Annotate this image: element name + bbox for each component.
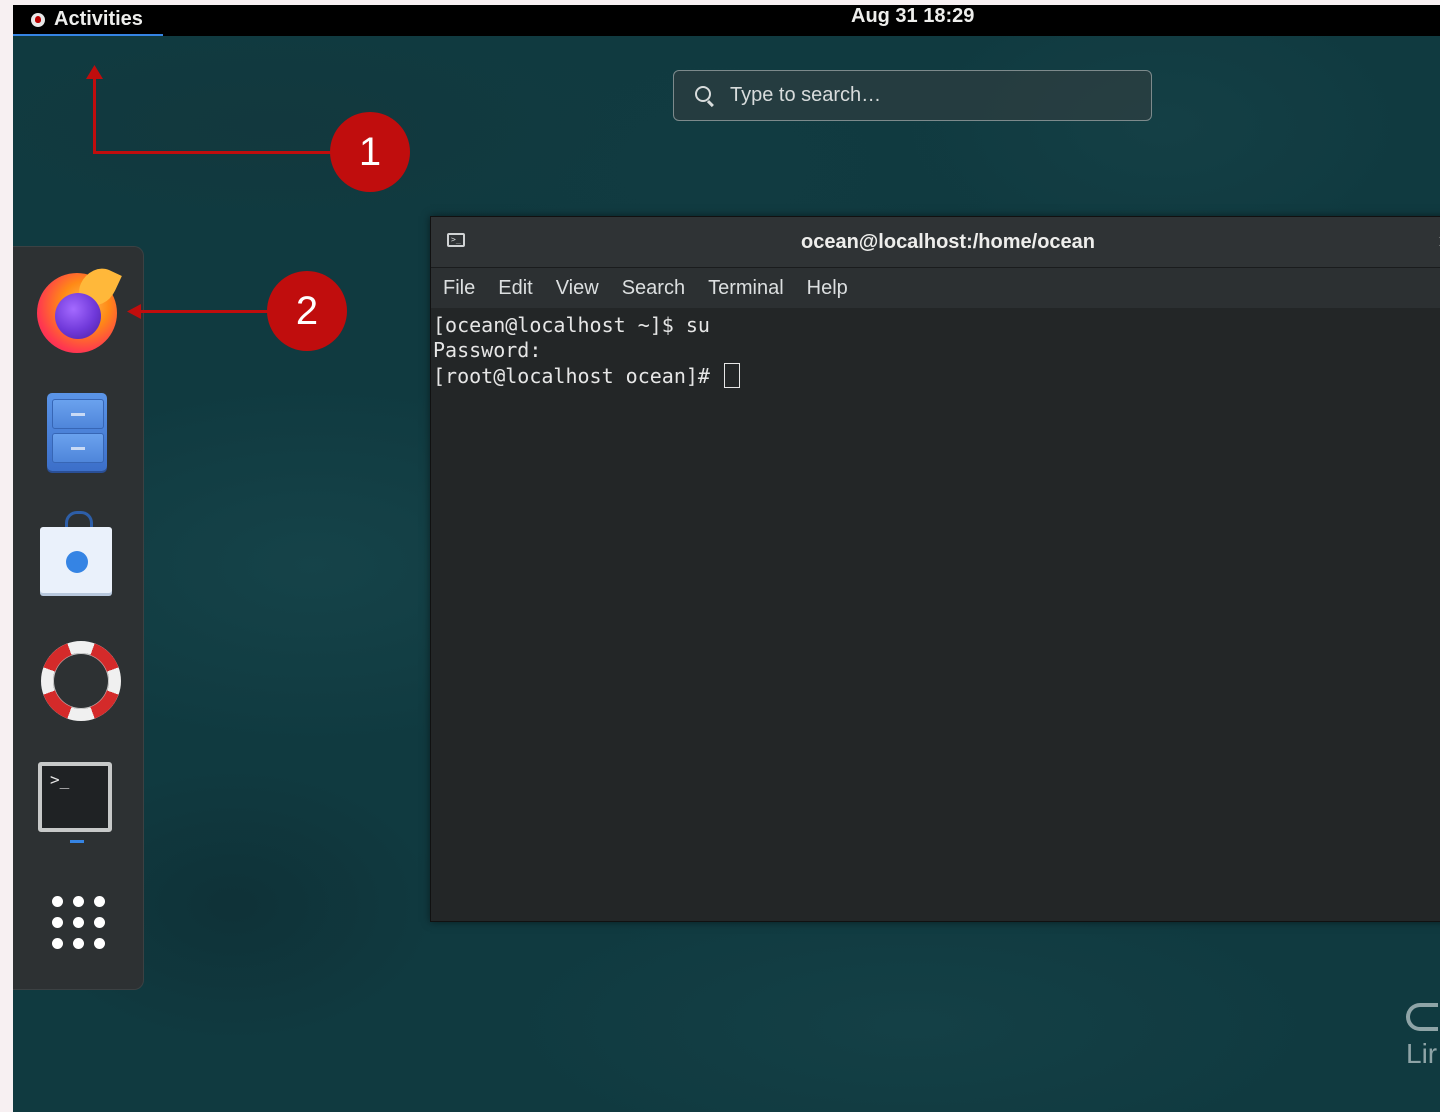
menu-view[interactable]: View <box>556 277 599 300</box>
distro-logo: Lir <box>1406 1003 1438 1069</box>
dash-item-help[interactable] <box>35 631 121 721</box>
text-cursor <box>723 363 740 388</box>
running-indicator <box>70 840 84 843</box>
activities-label: Activities <box>54 8 143 30</box>
show-applications-button[interactable] <box>35 881 121 967</box>
terminal-menubar: File Edit View Search Terminal Help <box>431 268 1440 308</box>
show-applications-icon <box>47 891 109 953</box>
terminal-titlebar[interactable]: >_ ocean@localhost:/home/ocean × <box>431 217 1440 268</box>
dash-item-software[interactable] <box>35 509 121 595</box>
dash-item-terminal[interactable]: >_ <box>35 756 121 843</box>
distro-logo-text: Lir <box>1406 1038 1438 1069</box>
arrowhead-left-icon <box>127 304 141 319</box>
terminal-line: [root@localhost ocean]# <box>433 364 722 388</box>
menu-help[interactable]: Help <box>807 277 848 300</box>
desktop: Activities Aug 31 18:29 Type to search… <box>13 5 1440 1112</box>
terminal-output[interactable]: [ocean@localhost ~]$ su Password: [root@lo… <box>431 309 1440 919</box>
clock[interactable]: Aug 31 18:29 <box>851 5 974 36</box>
arrowhead-up-icon <box>86 65 103 79</box>
terminal-line: Password: <box>433 338 542 362</box>
menu-file[interactable]: File <box>443 277 475 300</box>
redhat-logo-icon <box>31 12 45 27</box>
terminal-prompt-line: [root@localhost ocean]# <box>433 363 1440 389</box>
menu-search[interactable]: Search <box>622 277 685 300</box>
menu-terminal[interactable]: Terminal <box>708 277 784 300</box>
terminal-line: [ocean@localhost ~]$ su <box>433 313 710 337</box>
distro-logo-mark-icon <box>1406 1003 1438 1031</box>
terminal-window[interactable]: >_ ocean@localhost:/home/ocean × File Ed… <box>430 216 1440 922</box>
annotation-callout-2: 2 <box>267 271 347 351</box>
top-bar: Activities Aug 31 18:29 <box>13 5 1440 36</box>
search-entry[interactable]: Type to search… <box>673 70 1152 121</box>
dash-item-files[interactable] <box>35 387 121 473</box>
files-icon <box>47 393 107 471</box>
annotation-arrow-1-vertical <box>93 77 96 154</box>
terminal-icon: >_ <box>38 762 112 832</box>
menu-edit[interactable]: Edit <box>498 277 532 300</box>
annotation-callout-1: 1 <box>330 112 410 192</box>
annotation-arrow-2-horizontal <box>139 310 271 313</box>
terminal-title: ocean@localhost:/home/ocean <box>800 231 1095 253</box>
dash-item-firefox[interactable] <box>35 261 122 353</box>
annotation-arrow-1-horizontal <box>93 151 333 154</box>
dash: >_ <box>13 246 144 990</box>
activities-button[interactable]: Activities <box>13 5 163 36</box>
